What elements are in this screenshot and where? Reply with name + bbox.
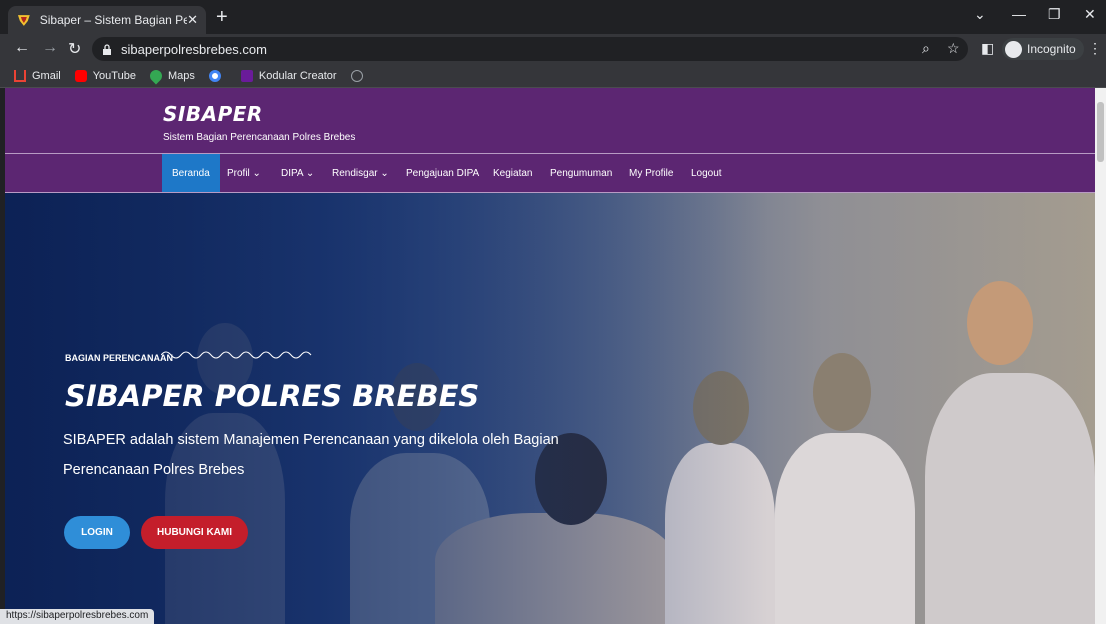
- wave-decoration-icon: [161, 351, 312, 359]
- browser-tab-bar: Sibaper – Sistem Bagian Perencan ✕ + ⌄ —…: [0, 0, 1106, 34]
- bookmark-google[interactable]: [208, 69, 227, 82]
- status-bar-url: https://sibaperpolresbrebes.com: [0, 609, 155, 624]
- incognito-indicator[interactable]: Incognito: [1002, 38, 1084, 60]
- url-text: sibaperpolresbrebes.com: [121, 41, 267, 57]
- scrollbar-thumb[interactable]: [1097, 102, 1104, 162]
- site-tagline: Sistem Bagian Perencanaan Polres Brebes: [163, 132, 356, 143]
- reload-icon[interactable]: ↻: [68, 39, 81, 59]
- tab-search-icon[interactable]: ⌄: [974, 6, 986, 23]
- gmail-icon: [14, 69, 26, 82]
- page-scrollbar[interactable]: [1095, 88, 1106, 624]
- site-favicon-icon: [17, 15, 30, 26]
- menu-kebab-icon[interactable]: ⋮: [1088, 40, 1102, 57]
- hero-title: SIBAPER POLRES BREBES: [65, 379, 480, 413]
- main-navbar: Beranda Profil ⌄ DIPA ⌄ Rendisgar ⌄ Peng…: [5, 153, 1095, 193]
- forward-arrow-icon[interactable]: →: [42, 39, 58, 57]
- browser-tab[interactable]: Sibaper – Sistem Bagian Perencan ✕: [8, 6, 206, 34]
- incognito-icon: [1005, 40, 1022, 58]
- nav-pengajuan-dipa[interactable]: Pengajuan DIPA: [406, 154, 479, 192]
- minimize-button[interactable]: —: [1012, 6, 1026, 22]
- youtube-icon: [74, 69, 87, 82]
- bookmark-label: Maps: [167, 69, 195, 82]
- hero-description: SIBAPER adalah sistem Manajemen Perencan…: [63, 432, 559, 478]
- contact-button[interactable]: HUBUNGI KAMI: [141, 516, 248, 549]
- bookmark-star-icon[interactable]: ☆: [947, 40, 960, 57]
- site-logo[interactable]: SIBAPER: [163, 102, 263, 126]
- bookmark-kodular[interactable]: Kodular Creator: [240, 69, 337, 82]
- side-panel-icon[interactable]: ◧: [981, 40, 994, 57]
- window-close-button[interactable]: ✕: [1084, 6, 1096, 23]
- bookmark-maps[interactable]: Maps: [147, 67, 195, 84]
- nav-logout[interactable]: Logout: [691, 154, 722, 192]
- tab-title: Sibaper – Sistem Bagian Perencan: [39, 13, 188, 27]
- bookmark-label: YouTube: [92, 69, 136, 82]
- nav-dipa[interactable]: DIPA ⌄: [281, 154, 314, 192]
- address-toolbar: ← → ↻ sibaperpolresbrebes.com ⌕ ☆ ◧ Inco…: [0, 34, 1106, 64]
- google-icon: [208, 69, 221, 82]
- restore-button[interactable]: ❐: [1048, 6, 1061, 23]
- globe-icon[interactable]: [350, 69, 363, 82]
- lock-icon: [103, 43, 111, 55]
- nav-rendisgar[interactable]: Rendisgar ⌄: [332, 154, 389, 192]
- hero-kicker: BAGIAN PERENCANAAN: [65, 353, 174, 363]
- hero-banner: BAGIAN PERENCANAAN SIBAPER POLRES BREBES…: [5, 193, 1095, 624]
- nav-pengumuman[interactable]: Pengumuman: [550, 154, 612, 192]
- bookmark-gmail[interactable]: Gmail: [14, 69, 61, 82]
- nav-kegiatan[interactable]: Kegiatan: [493, 154, 532, 192]
- back-arrow-icon[interactable]: ←: [14, 39, 30, 57]
- bookmark-label: Kodular Creator: [258, 69, 337, 82]
- bookmark-youtube[interactable]: YouTube: [74, 69, 136, 82]
- zoom-icon[interactable]: ⌕: [922, 40, 930, 57]
- incognito-label: Incognito: [1027, 42, 1076, 56]
- nav-my-profile[interactable]: My Profile: [629, 154, 673, 192]
- nav-profil[interactable]: Profil ⌄: [227, 154, 261, 192]
- kodular-icon: [240, 69, 253, 82]
- maps-icon: [147, 67, 165, 84]
- bookmarks-bar: Gmail YouTube Maps Kodular Creator: [0, 64, 1106, 88]
- address-bar[interactable]: sibaperpolresbrebes.com: [92, 37, 968, 61]
- new-tab-button[interactable]: +: [216, 7, 228, 27]
- tab-close-icon[interactable]: ✕: [187, 12, 198, 28]
- bookmark-label: Gmail: [32, 69, 61, 82]
- login-button[interactable]: LOGIN: [64, 516, 130, 549]
- site-header: SIBAPER Sistem Bagian Perencanaan Polres…: [5, 88, 1095, 153]
- nav-beranda[interactable]: Beranda: [162, 154, 220, 192]
- page-viewport: SIBAPER Sistem Bagian Perencanaan Polres…: [5, 88, 1095, 624]
